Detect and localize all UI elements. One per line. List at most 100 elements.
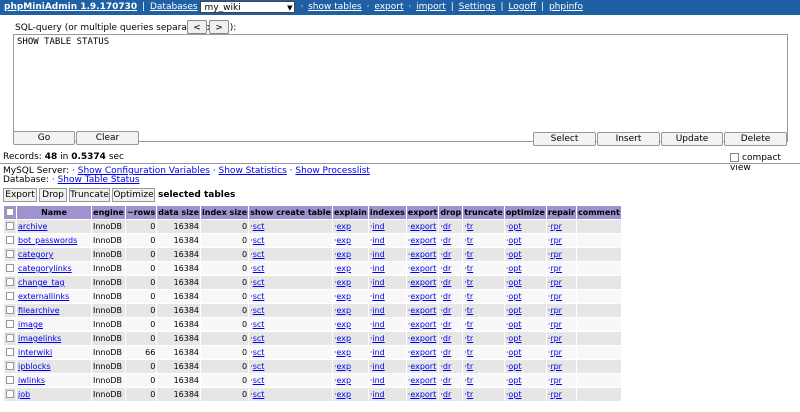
row-checkbox[interactable]	[6, 347, 14, 356]
column-header-data-size[interactable]: data size	[157, 206, 201, 219]
truncate-table-link[interactable]: tr	[467, 222, 473, 231]
repair-table-link[interactable]: rpr	[550, 306, 562, 315]
truncate-table-link[interactable]: tr	[467, 292, 473, 301]
explain-link[interactable]: exp	[336, 320, 351, 329]
clear-button[interactable]: Clear	[76, 131, 139, 145]
optimize-table-link[interactable]: opt	[508, 222, 521, 231]
row-checkbox[interactable]	[6, 277, 14, 286]
export-table-link[interactable]: export	[410, 236, 436, 245]
show-create-link[interactable]: sct	[253, 376, 265, 385]
drop-table-link[interactable]: dr	[443, 376, 451, 385]
truncate-table-link[interactable]: tr	[467, 320, 473, 329]
table-name-link[interactable]: imagelinks	[18, 334, 61, 343]
explain-link[interactable]: exp	[336, 236, 351, 245]
show-create-link[interactable]: sct	[253, 292, 265, 301]
table-name-link[interactable]: externallinks	[18, 292, 69, 301]
go-button[interactable]: Go	[13, 131, 75, 145]
row-checkbox[interactable]	[6, 319, 14, 328]
row-select-cell[interactable]	[4, 332, 16, 345]
explain-link[interactable]: exp	[336, 306, 351, 315]
row-select-cell[interactable]	[4, 276, 16, 289]
row-select-cell[interactable]	[4, 262, 16, 275]
show-tables-link[interactable]: show tables	[308, 2, 362, 12]
export-selected-button[interactable]: Export	[3, 188, 37, 202]
show-create-link[interactable]: sct	[253, 264, 265, 273]
export-table-link[interactable]: export	[410, 306, 436, 315]
drop-table-link[interactable]: dr	[443, 222, 451, 231]
export-table-link[interactable]: export	[410, 390, 436, 399]
export-table-link[interactable]: export	[410, 362, 436, 371]
repair-table-link[interactable]: rpr	[550, 222, 562, 231]
indexes-link[interactable]: ind	[372, 320, 384, 329]
row-select-cell[interactable]	[4, 290, 16, 303]
table-name-link[interactable]: bot_passwords	[18, 236, 77, 245]
column-header-index-size[interactable]: index size	[201, 206, 249, 219]
table-name-link[interactable]: job	[18, 390, 30, 399]
select-button[interactable]: Select	[533, 132, 596, 146]
indexes-link[interactable]: ind	[372, 250, 384, 259]
import-link[interactable]: import	[416, 2, 446, 12]
explain-link[interactable]: exp	[336, 334, 351, 343]
optimize-table-link[interactable]: opt	[508, 292, 521, 301]
table-name-link[interactable]: interwiki	[18, 348, 52, 357]
previous-query-button[interactable]: <	[187, 20, 207, 34]
row-checkbox[interactable]	[6, 235, 14, 244]
optimize-table-link[interactable]: opt	[508, 264, 521, 273]
drop-selected-button[interactable]: Drop	[39, 188, 67, 202]
explain-link[interactable]: exp	[336, 390, 351, 399]
indexes-link[interactable]: ind	[372, 348, 384, 357]
explain-link[interactable]: exp	[336, 250, 351, 259]
row-select-cell[interactable]	[4, 248, 16, 261]
truncate-selected-button[interactable]: Truncate	[69, 188, 110, 202]
column-header-indexes[interactable]: indexes	[368, 206, 406, 219]
show-statistics-link[interactable]: Show Statistics	[219, 166, 287, 176]
table-name-link[interactable]: category	[18, 250, 53, 259]
table-name-cell[interactable]: bot_passwords	[17, 234, 91, 247]
explain-link[interactable]: exp	[336, 292, 351, 301]
indexes-link[interactable]: ind	[372, 236, 384, 245]
row-checkbox[interactable]	[6, 389, 14, 398]
indexes-link[interactable]: ind	[372, 306, 384, 315]
table-name-link[interactable]: ipblocks	[18, 362, 51, 371]
export-table-link[interactable]: export	[410, 278, 436, 287]
show-create-link[interactable]: sct	[253, 306, 265, 315]
drop-table-link[interactable]: dr	[443, 390, 451, 399]
column-header-name[interactable]: Name	[17, 206, 91, 219]
row-checkbox[interactable]	[6, 221, 14, 230]
column-header-drop[interactable]: drop	[439, 206, 463, 219]
table-name-cell[interactable]: change_tag	[17, 276, 91, 289]
row-checkbox[interactable]	[6, 291, 14, 300]
show-table-status-link[interactable]: Show Table Status	[58, 175, 140, 185]
export-table-link[interactable]: export	[410, 250, 436, 259]
show-processlist-link[interactable]: Show Processlist	[295, 166, 370, 176]
table-name-cell[interactable]: imagelinks	[17, 332, 91, 345]
table-name-link[interactable]: archive	[18, 222, 47, 231]
column-header-repair[interactable]: repair	[546, 206, 576, 219]
table-name-cell[interactable]: filearchive	[17, 304, 91, 317]
row-select-cell[interactable]	[4, 374, 16, 387]
show-create-link[interactable]: sct	[253, 390, 265, 399]
show-create-link[interactable]: sct	[253, 250, 265, 259]
explain-link[interactable]: exp	[336, 264, 351, 273]
select-all-header[interactable]	[4, 206, 16, 219]
drop-table-link[interactable]: dr	[443, 320, 451, 329]
export-link[interactable]: export	[374, 2, 403, 12]
show-create-link[interactable]: sct	[253, 222, 265, 231]
column-header-show-create-table[interactable]: show create table	[249, 206, 332, 219]
drop-table-link[interactable]: dr	[443, 250, 451, 259]
indexes-link[interactable]: ind	[372, 390, 384, 399]
drop-table-link[interactable]: dr	[443, 348, 451, 357]
optimize-table-link[interactable]: opt	[508, 348, 521, 357]
logoff-link[interactable]: Logoff	[508, 2, 536, 12]
export-table-link[interactable]: export	[410, 292, 436, 301]
indexes-link[interactable]: ind	[372, 278, 384, 287]
repair-table-link[interactable]: rpr	[550, 264, 562, 273]
show-create-link[interactable]: sct	[253, 278, 265, 287]
row-checkbox[interactable]	[6, 263, 14, 272]
row-checkbox[interactable]	[6, 375, 14, 384]
optimize-table-link[interactable]: opt	[508, 320, 521, 329]
show-create-link[interactable]: sct	[253, 320, 265, 329]
show-create-link[interactable]: sct	[253, 348, 265, 357]
sql-query-textarea[interactable]: SHOW TABLE STATUS	[13, 34, 788, 142]
optimize-table-link[interactable]: opt	[508, 250, 521, 259]
